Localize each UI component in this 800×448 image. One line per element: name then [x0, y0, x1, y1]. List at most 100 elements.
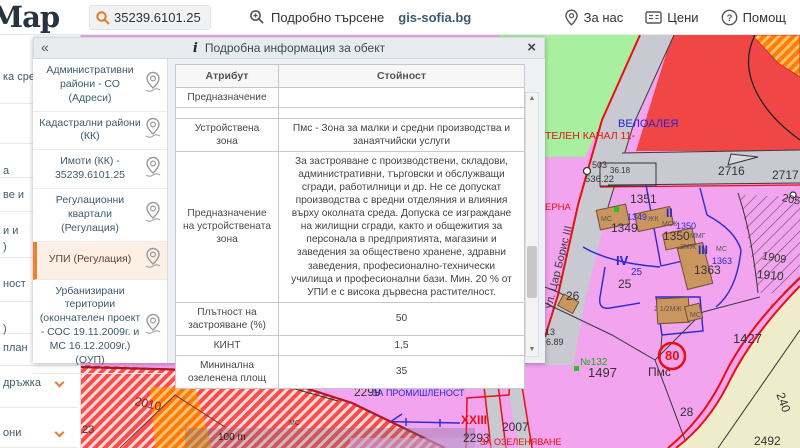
map-label: 100 m	[218, 433, 246, 443]
sidebar-item-fragment: и и	[3, 225, 18, 237]
map-label: ММГ	[690, 233, 705, 240]
advanced-search-link[interactable]: Подробно търсене	[249, 9, 384, 25]
panel-title: i Подробна информация за обект	[193, 41, 385, 56]
attribute-cell: Устройствена зона	[176, 119, 279, 152]
close-icon[interactable]: ×	[527, 39, 536, 56]
svg-text:?: ?	[726, 13, 732, 24]
map-label: 1363	[694, 264, 721, 276]
map-label: МС	[289, 420, 300, 427]
attribute-panel: Атрибут Стойност Предназначение Устройств…	[168, 59, 545, 363]
nav-item-help[interactable]: ? Помощ	[721, 9, 786, 26]
layer-pin-icon	[141, 71, 165, 98]
help-icon: ?	[721, 9, 738, 26]
info-icon: i	[193, 41, 198, 56]
map-label: 2717	[772, 169, 799, 181]
scroll-up-icon[interactable]: ▲	[526, 93, 538, 105]
sidebar-item-fragment[interactable]: они	[3, 427, 21, 439]
pin-icon	[564, 9, 579, 26]
layer-item-label: УПИ (Регулация)	[39, 253, 141, 267]
map-label: ТЕЛЕН КАНАЛ 11-	[545, 131, 635, 142]
sidebar-item-fragment: )	[3, 241, 7, 253]
sidebar-item-fragment: а	[3, 165, 9, 177]
layer-item[interactable]: Имоти (КК) - 35239.6101.25	[33, 150, 167, 189]
chevron-down-icon[interactable]	[55, 428, 65, 438]
value-cell	[279, 88, 525, 108]
top-nav: За нас Цени ? Помощ	[564, 9, 800, 26]
attribute-cell: Предназначение	[176, 88, 279, 108]
map-label: 1350	[663, 230, 690, 242]
map-label: 36.18	[610, 167, 630, 175]
attribute-cell	[176, 108, 279, 119]
panel-title-text: Подробна информация за обект	[205, 41, 385, 55]
attribute-table: Атрибут Стойност Предназначение Устройств…	[175, 64, 525, 389]
map-label: IV	[616, 254, 628, 267]
object-info-panel: « i Подробна информация за обект × Админ…	[33, 37, 545, 363]
map-label: ЗА ПРОМИШЛЕНОСТ	[372, 389, 465, 398]
layer-item[interactable]: Регулационни квартали (Регулация)	[33, 189, 167, 242]
attribute-cell: Предназначение на устройствената зона	[176, 152, 279, 303]
app-logo[interactable]: Map	[0, 0, 83, 35]
nav-item-about[interactable]: За нас	[564, 9, 624, 26]
map-label: ВЕЛОАЛЕЯ	[618, 119, 678, 130]
layer-item[interactable]: УПИ (Регулация)	[33, 242, 167, 280]
layer-item[interactable]: Административни райони - СО (Адреси)	[33, 59, 167, 112]
map-label: 1497	[588, 366, 617, 379]
attribute-cell: КИНТ	[176, 335, 279, 355]
value-cell: За застрояване с производствени, складов…	[279, 152, 525, 303]
layer-pin-icon	[141, 201, 165, 228]
layer-item-label: Административни райони - СО (Адреси)	[39, 64, 141, 106]
map-label: 503	[592, 161, 607, 170]
table-row: Плътност на застрояване (%)50	[176, 302, 525, 335]
table-row: КИНТ1,5	[176, 335, 525, 355]
sidebar-item-fragment[interactable]: дръжка	[3, 377, 41, 389]
map-label: II	[666, 207, 673, 219]
search-box	[89, 5, 211, 30]
map-label: 1351	[630, 193, 657, 205]
map-label: ЖК	[648, 216, 659, 223]
sidebar-divider	[0, 407, 78, 408]
layer-item[interactable]: Кадастрални райони (КК)	[33, 112, 167, 151]
scroll-down-icon[interactable]: ▼	[526, 344, 538, 356]
panel-header: « i Подробна информация за обект ×	[33, 37, 545, 59]
sidebar-item-fragment: план	[3, 342, 28, 354]
scrollbar-thumb[interactable]	[527, 246, 537, 299]
nav-label: Помощ	[743, 10, 786, 25]
nav-item-prices[interactable]: Цени	[645, 10, 698, 25]
collapse-panel-button[interactable]: «	[41, 39, 49, 55]
map-label: 6.89	[546, 338, 564, 347]
sidebar-item-fragment: ност	[3, 278, 26, 290]
price-list-icon	[645, 10, 662, 25]
layer-pin-icon	[141, 313, 165, 340]
table-row: Предназначение	[176, 88, 525, 108]
column-header-attribute: Атрибут	[176, 65, 279, 88]
layer-item-label: Урбанизирани територии (окончателен прое…	[39, 285, 141, 368]
search-input[interactable]	[114, 6, 208, 29]
map-label: Пмс	[648, 366, 671, 378]
layer-item-label: Кадастрални райони (КК)	[39, 117, 141, 145]
map-label: 2 1/2МЖ	[654, 306, 682, 313]
map-label: 1349	[611, 222, 638, 234]
attribute-cell: Мининална озеленена площ	[176, 355, 279, 388]
chevron-down-icon[interactable]	[55, 378, 65, 388]
map-label: ЕРНА	[545, 203, 571, 213]
column-header-value: Стойност	[279, 65, 525, 88]
site-link[interactable]: gis-sofia.bg	[398, 10, 471, 25]
map-label: 2492	[754, 435, 781, 447]
sidebar-item-fragment: ве и	[3, 189, 24, 201]
table-row: Мининална озеленена площ35	[176, 355, 525, 388]
map-label: 80	[665, 349, 679, 362]
layer-list: Административни райони - СО (Адреси) Кад…	[33, 59, 168, 363]
map-label: 25	[618, 278, 631, 290]
map-label: МС	[690, 312, 701, 319]
map-label: 536.22	[585, 175, 614, 185]
nav-label: За нас	[584, 10, 624, 25]
layer-item[interactable]: Урбанизирани територии (окончателен прое…	[33, 280, 167, 374]
layer-pin-icon	[141, 117, 165, 144]
table-scrollbar[interactable]: ▲ ▼	[525, 92, 539, 357]
map-label: XXIII	[461, 414, 487, 426]
attribute-cell: Плътност на застрояване (%)	[176, 302, 279, 335]
value-cell	[279, 108, 525, 119]
nav-label: Цени	[667, 10, 698, 25]
search-icon	[95, 10, 111, 26]
map-label: МС	[716, 246, 727, 253]
